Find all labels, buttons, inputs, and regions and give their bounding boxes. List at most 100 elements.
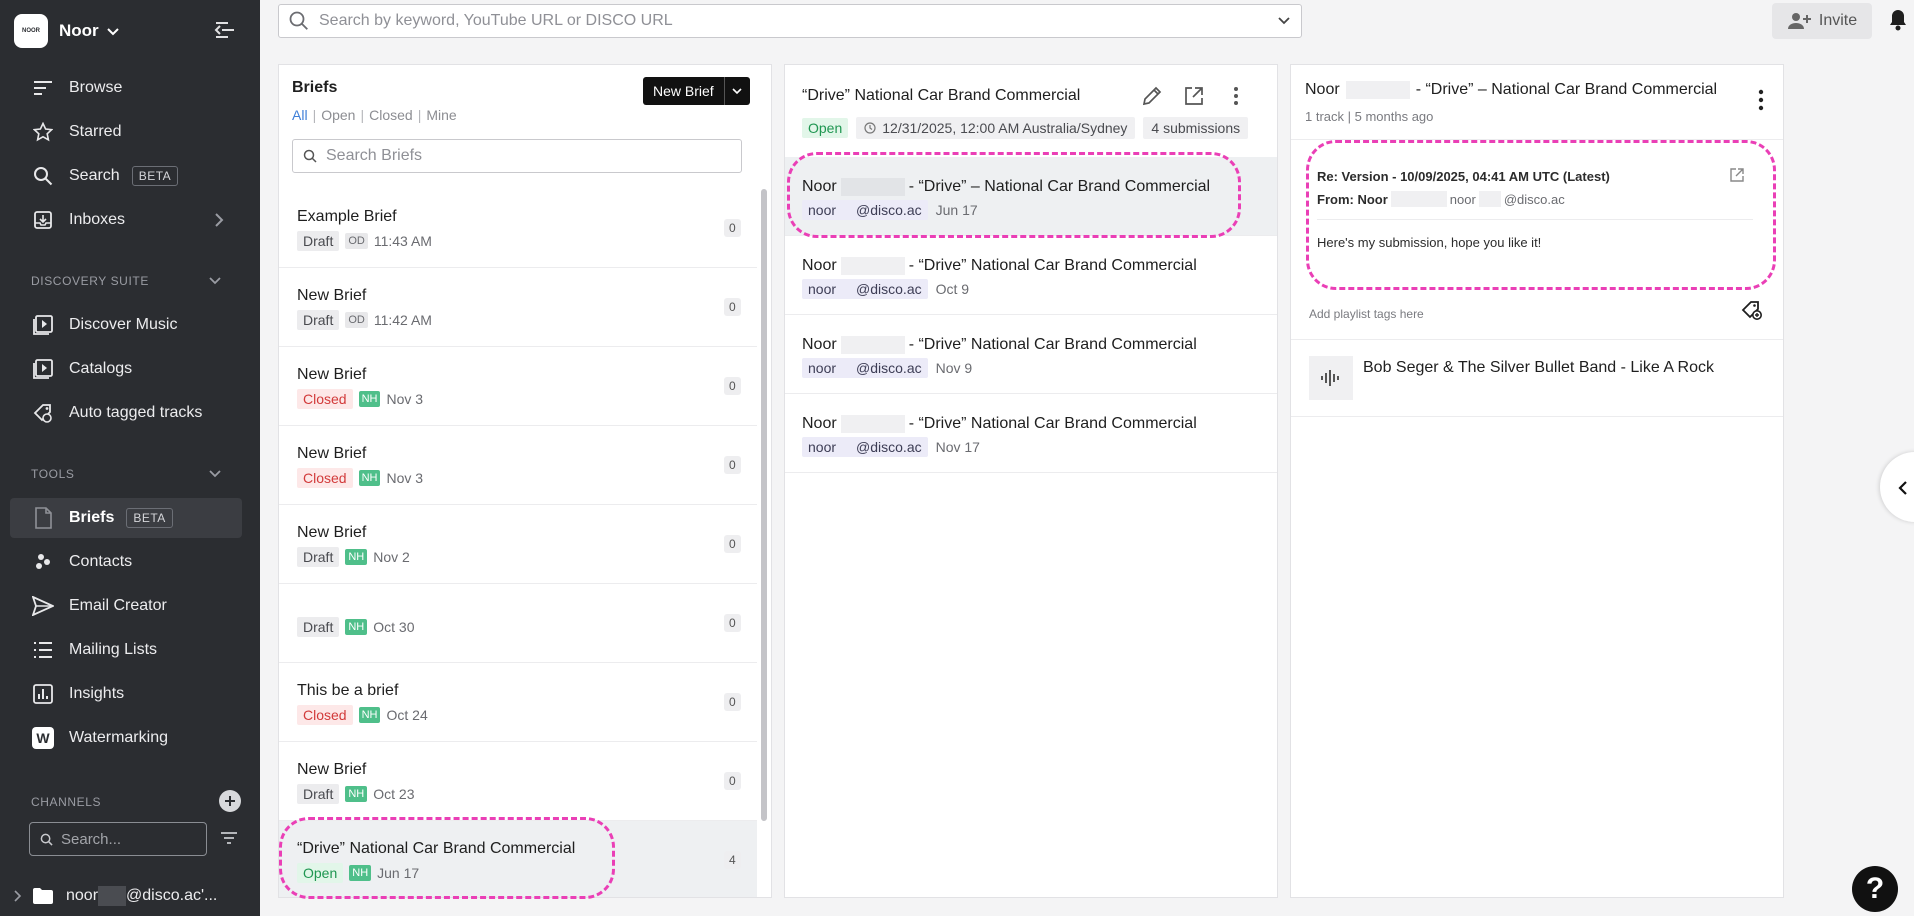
- collapse-sidebar-icon[interactable]: [214, 20, 236, 40]
- open-external-icon[interactable]: [1729, 167, 1745, 183]
- channel-search-input[interactable]: [61, 830, 191, 848]
- expand-panel-tab[interactable]: [1880, 452, 1914, 522]
- brief-name: This be a brief: [297, 682, 399, 699]
- brief-row[interactable]: New Brief Closed NH Nov 3 0: [279, 347, 757, 426]
- scrollbar-thumb[interactable]: [761, 189, 767, 821]
- global-search-box[interactable]: [278, 4, 1302, 38]
- filter-all[interactable]: All: [292, 107, 308, 123]
- submission-row[interactable]: Noor - “Drive” National Car Brand Commerc…: [785, 315, 1277, 394]
- more-vertical-icon[interactable]: [1757, 89, 1765, 111]
- status-badge: Draft: [297, 784, 340, 804]
- deadline-chip: 12/31/2025, 12:00 AM Australia/Sydney: [856, 117, 1136, 139]
- brief-row[interactable]: Example Brief Draft OD 11:43 AM 0: [279, 189, 757, 268]
- brief-row[interactable]: New Brief Draft NH Nov 2 0: [279, 505, 757, 584]
- edit-icon[interactable]: [1139, 83, 1165, 109]
- briefs-title: Briefs: [292, 79, 338, 96]
- star-icon: [32, 121, 54, 143]
- redacted-block: [1345, 81, 1410, 99]
- brief-row[interactable]: New Brief Draft OD 11:42 AM 0: [279, 268, 757, 347]
- submission-count-badge: 0: [724, 219, 741, 237]
- playlist-tags-input[interactable]: Add playlist tags here: [1309, 307, 1424, 321]
- submission-row[interactable]: Noor - “Drive” National Car Brand Commerc…: [785, 394, 1277, 473]
- submission-subtitle: 1 track | 5 months ago: [1305, 109, 1434, 124]
- folder-icon: [33, 888, 53, 904]
- new-brief-button[interactable]: New Brief: [643, 77, 724, 105]
- new-brief-dropdown[interactable]: [723, 77, 750, 105]
- sidebar-item-mailing-lists[interactable]: Mailing Lists: [10, 630, 242, 670]
- redacted-block: [840, 178, 905, 196]
- filter-closed[interactable]: Closed: [369, 107, 413, 123]
- channel-item[interactable]: noor @disco.ac'...: [14, 886, 217, 906]
- sidebar-item-label: Watermarking: [69, 729, 168, 746]
- bell-icon[interactable]: [1888, 9, 1908, 31]
- sidebar-item-label: Browse: [69, 79, 123, 96]
- email-chip: noor @disco.ac: [802, 358, 928, 378]
- redacted-block: [840, 257, 905, 275]
- sidebar-item-catalogs[interactable]: Catalogs: [10, 349, 242, 389]
- add-tag-icon[interactable]: [1741, 299, 1763, 321]
- sidebar-item-email-creator[interactable]: Email Creator: [10, 586, 242, 626]
- submission-meta: noor @disco.ac Oct 9: [802, 279, 969, 299]
- global-search-input[interactable]: [319, 12, 1277, 30]
- chevron-right-icon: [215, 213, 224, 227]
- submission-title: Noor - “Drive” – National Car Brand Comme…: [1305, 81, 1717, 99]
- sidebar-item-contacts[interactable]: Contacts: [10, 542, 242, 582]
- clock-icon: [864, 122, 876, 134]
- email-prefix: noor: [808, 360, 837, 376]
- filter-mine[interactable]: Mine: [426, 107, 456, 123]
- invite-button[interactable]: Invite: [1772, 3, 1872, 39]
- workspace-switcher[interactable]: NOOR Noor: [14, 14, 121, 48]
- sidebar: NOOR Noor Browse Starred Search BETA Inb…: [0, 0, 260, 916]
- redacted-block: [98, 886, 127, 906]
- email-suffix: @disco.ac: [856, 360, 922, 376]
- chevron-down-icon: [106, 28, 119, 36]
- submission-row[interactable]: Noor - “Drive” – National Car Brand Comme…: [785, 157, 1277, 236]
- submission-row[interactable]: Noor - “Drive” National Car Brand Commerc…: [785, 236, 1277, 315]
- message-subject: Re: Version - 10/09/2025, 04:41 AM UTC (…: [1317, 169, 1610, 184]
- track-row[interactable]: Bob Seger & The Silver Bullet Band - Lik…: [1291, 341, 1783, 417]
- section-title-channels: CHANNELS: [31, 795, 102, 809]
- brief-row[interactable]: New Brief Closed NH Nov 3 0: [279, 426, 757, 505]
- status-badge: Closed: [297, 389, 353, 409]
- help-button[interactable]: ?: [1852, 866, 1898, 912]
- status-badge: Closed: [297, 468, 353, 488]
- brief-row[interactable]: This be a brief Closed NH Oct 24 0: [279, 663, 757, 742]
- add-user-icon: [1787, 13, 1811, 29]
- channel-search-box[interactable]: [29, 822, 207, 856]
- submission-meta: noor @disco.ac Nov 17: [802, 437, 980, 457]
- sidebar-item-briefs[interactable]: Briefs BETA: [10, 498, 242, 538]
- sidebar-item-label: Insights: [69, 685, 125, 702]
- brief-row[interactable]: “Drive” National Car Brand Commercial Ope…: [279, 821, 757, 897]
- brief-name: New Brief: [297, 287, 367, 304]
- sidebar-item-inboxes[interactable]: Inboxes: [10, 200, 242, 240]
- brief-row[interactable]: New Brief Draft NH Oct 23 0: [279, 742, 757, 821]
- filter-open[interactable]: Open: [321, 107, 355, 123]
- brief-search-input[interactable]: [326, 147, 726, 165]
- search-icon: [32, 165, 54, 187]
- submission-name-suffix: - “Drive” National Car Brand Commercial: [908, 415, 1197, 432]
- from-email-prefix: noor: [1449, 191, 1476, 207]
- sidebar-item-browse[interactable]: Browse: [10, 68, 242, 108]
- brief-search-box[interactable]: [292, 139, 742, 173]
- filter-icon[interactable]: [220, 830, 238, 846]
- contacts-icon: [32, 551, 54, 573]
- sidebar-item-search[interactable]: Search BETA: [10, 156, 242, 196]
- avatar: NH: [345, 549, 368, 565]
- sidebar-item-auto-tagged[interactable]: Auto tagged tracks: [10, 393, 242, 433]
- submission-name-prefix: Noor: [802, 415, 837, 432]
- add-channel-icon[interactable]: [219, 790, 241, 812]
- brief-row[interactable]: Draft NH Oct 30 0: [279, 584, 757, 663]
- divider: [1291, 139, 1783, 140]
- sidebar-item-insights[interactable]: Insights: [10, 674, 242, 714]
- chevron-down-icon[interactable]: [208, 276, 222, 286]
- more-vertical-icon[interactable]: [1223, 83, 1249, 109]
- open-external-icon[interactable]: [1181, 83, 1207, 109]
- chevron-right-icon: [14, 890, 22, 902]
- sidebar-item-starred[interactable]: Starred: [10, 112, 242, 152]
- chevron-down-icon[interactable]: [1277, 16, 1291, 26]
- sidebar-item-watermarking[interactable]: W Watermarking: [10, 718, 242, 758]
- submission-title-prefix: Noor: [1305, 81, 1340, 98]
- sidebar-item-discover-music[interactable]: Discover Music: [10, 305, 242, 345]
- submission-count-badge: 0: [724, 772, 741, 790]
- chevron-down-icon[interactable]: [208, 469, 222, 479]
